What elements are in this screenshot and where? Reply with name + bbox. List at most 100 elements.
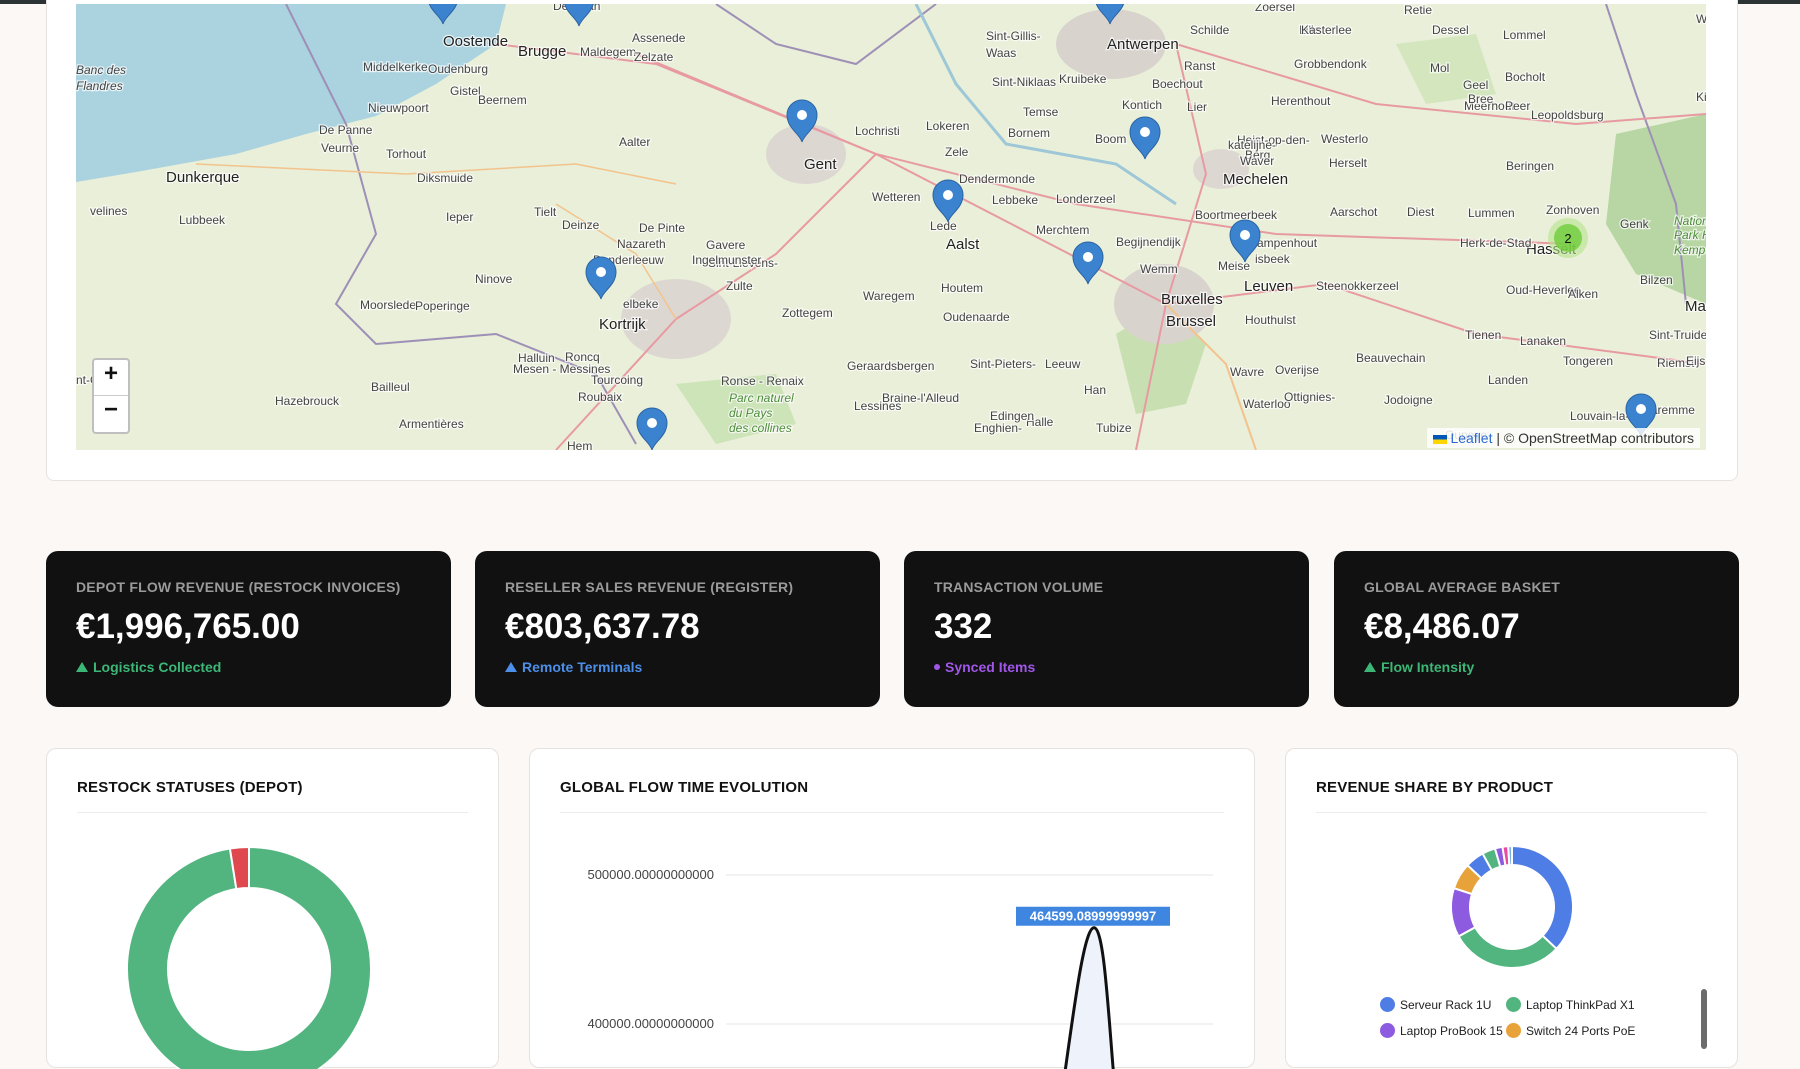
map-place-label: Park Hoge (1674, 228, 1706, 242)
y-tick-label: 400000.00000000000 (587, 1016, 714, 1031)
map-place-label: Steenokkerzeel (1316, 279, 1399, 293)
kpi-card-average-basket: GLOBAL AVERAGE BASKET €8,486.07 Flow Int… (1334, 551, 1739, 707)
map-place-label: Kempen (1674, 243, 1706, 257)
map-place-label: Bruxelles (1161, 291, 1223, 308)
map-place-label: Boom (1095, 132, 1126, 146)
kpi-value: 332 (934, 607, 993, 646)
cluster-count: 2 (1564, 231, 1571, 246)
map-place-label: Alken (1568, 287, 1598, 301)
map-place-label: Kontich (1122, 98, 1162, 112)
map-place-label: Ieper (446, 210, 473, 224)
border (715, 4, 937, 66)
map-place-label: Tubize (1096, 421, 1132, 435)
restock-donut-chart (126, 845, 372, 1069)
map-place-label: Mesen - Messines (513, 362, 610, 376)
zoom-out-button[interactable]: − (94, 396, 128, 432)
map-place-label: Zottegem (782, 306, 833, 320)
map-place-label: Lebbeke (992, 193, 1038, 207)
map-place-label: Geraardsbergen (847, 359, 934, 373)
map-place-label: Nieuwpoort (368, 101, 429, 115)
flow-evolution-card: GLOBAL FLOW TIME EVOLUTION 500000.000000… (529, 748, 1255, 1069)
map-place-label: Middelkerke (363, 60, 428, 74)
map-marker-pin-icon[interactable] (585, 256, 617, 300)
map-place-label: Lubbeek (179, 213, 226, 227)
cluster-marker: 2 (1548, 218, 1588, 258)
map-place-label: Flandres (76, 79, 123, 93)
map-place-label: Lokeren (926, 119, 969, 133)
legend-label: Laptop ProBook 15 (1400, 1024, 1503, 1038)
data-label-tooltip: 464599.08999999997 (1016, 906, 1170, 926)
map-place-label: Begijnendijk (1116, 235, 1182, 249)
leaflet-link[interactable]: Leaflet (1450, 430, 1492, 446)
map-place-label: Sint-Pieters- (970, 357, 1036, 371)
flow-line-chart: 500000.00000000000 400000.00000000000 4645… (587, 867, 1213, 1069)
kpi-value: €8,486.07 (1364, 607, 1520, 646)
map-place-label: Diest (1407, 205, 1435, 219)
map-place-label: Wavre (1230, 365, 1265, 379)
map-place-label: Louvain-la- (1570, 409, 1629, 423)
map-place-label: Landen (1488, 373, 1528, 387)
kpi-subtext: Logistics Collected (76, 659, 421, 675)
attribution-text: | © OpenStreetMap contributors (1492, 430, 1694, 446)
kpi-subtext: Synced Items (934, 659, 1279, 675)
map-place-label: Sint-Truiden (1649, 328, 1706, 342)
map-place-label: Zele (945, 145, 969, 159)
legend-item[interactable]: Laptop ProBook 15 (1380, 1023, 1503, 1038)
map-place-label: Antwerpen (1107, 36, 1179, 53)
legend-item[interactable]: Serveur Rack 1U (1380, 997, 1491, 1012)
map-place-label: Retie (1404, 4, 1432, 17)
map-place-label: Leeuw (1045, 357, 1081, 371)
map-place-label: Eijsd (1686, 354, 1706, 368)
donut-slice[interactable] (1511, 844, 1574, 951)
map-place-label: Sint-Gillis- (986, 29, 1041, 43)
map-place-label: elbeke (623, 297, 659, 311)
map-place-label: Diksmuide (417, 171, 473, 185)
map-marker-pin-icon[interactable] (1129, 116, 1161, 160)
map-place-label: Ingelmunster (692, 253, 761, 267)
map-place-label: Merchtem (1036, 223, 1089, 237)
map-place-label: Wemm (1140, 262, 1178, 276)
legend-item[interactable]: Switch 24 Ports PoE (1506, 1023, 1635, 1038)
map-place-label: Leuven (1244, 278, 1293, 295)
donut-slice[interactable] (1457, 925, 1558, 969)
map-place-label: Kortrijk (599, 316, 646, 333)
map-place-label: velines (90, 204, 127, 218)
map-place-label: Banc des (76, 63, 126, 77)
map-attribution: Leaflet | © OpenStreetMap contributors (1427, 428, 1700, 448)
map-place-label: Herselt (1329, 156, 1368, 170)
map-place-label: Armentières (399, 417, 464, 431)
map-place-label: Wetteren (872, 190, 920, 204)
ukraine-flag-icon (1433, 434, 1448, 444)
map-place-label: Peer (1505, 99, 1530, 113)
legend-item[interactable]: Laptop ThinkPad X1 (1506, 997, 1635, 1012)
restock-status-card: RESTOCK STATUSES (DEPOT) (46, 748, 499, 1069)
kpi-value: €803,637.78 (505, 607, 700, 646)
map-place-label: Zonhoven (1546, 203, 1599, 217)
legend-scrollbar[interactable] (1701, 989, 1707, 1049)
map-place-label: Gent (804, 156, 837, 173)
zoom-in-button[interactable]: + (94, 360, 128, 396)
map-marker-pin-icon[interactable] (932, 179, 964, 223)
map-view[interactable]: Oostende Brugge Antwerpen Gent Mechelen Aalst… (76, 4, 1706, 450)
map-marker-pin-icon[interactable] (564, 4, 594, 27)
map-place-label: Zoersel (1255, 4, 1295, 14)
map-marker-pin-icon[interactable] (1072, 241, 1104, 285)
sea (76, 4, 506, 182)
map-place-label: Han (1084, 383, 1106, 397)
legend-label: Switch 24 Ports PoE (1526, 1024, 1636, 1038)
donut-slice[interactable] (1450, 886, 1477, 938)
donut-slice[interactable] (1507, 844, 1513, 867)
map-place-label: Zelzate (634, 50, 674, 64)
map-place-label: Schilde (1190, 23, 1230, 37)
map-place-label: Oudenburg (428, 62, 488, 76)
map-place-label: Lanaken (1520, 334, 1566, 348)
map-place-label: Moorslede (360, 298, 416, 312)
map-place-label: du Pays (729, 406, 772, 420)
dot-icon (934, 664, 940, 670)
map-marker-pin-icon[interactable] (636, 407, 668, 450)
map-place-label: Bree (1468, 92, 1494, 106)
kpi-card-transaction-volume: TRANSACTION VOLUME 332 Synced Items (904, 551, 1309, 707)
map-place-label: Aalst (946, 236, 980, 253)
map-place-label: Nazareth (617, 237, 666, 251)
map-place-label: Oostende (443, 33, 508, 50)
